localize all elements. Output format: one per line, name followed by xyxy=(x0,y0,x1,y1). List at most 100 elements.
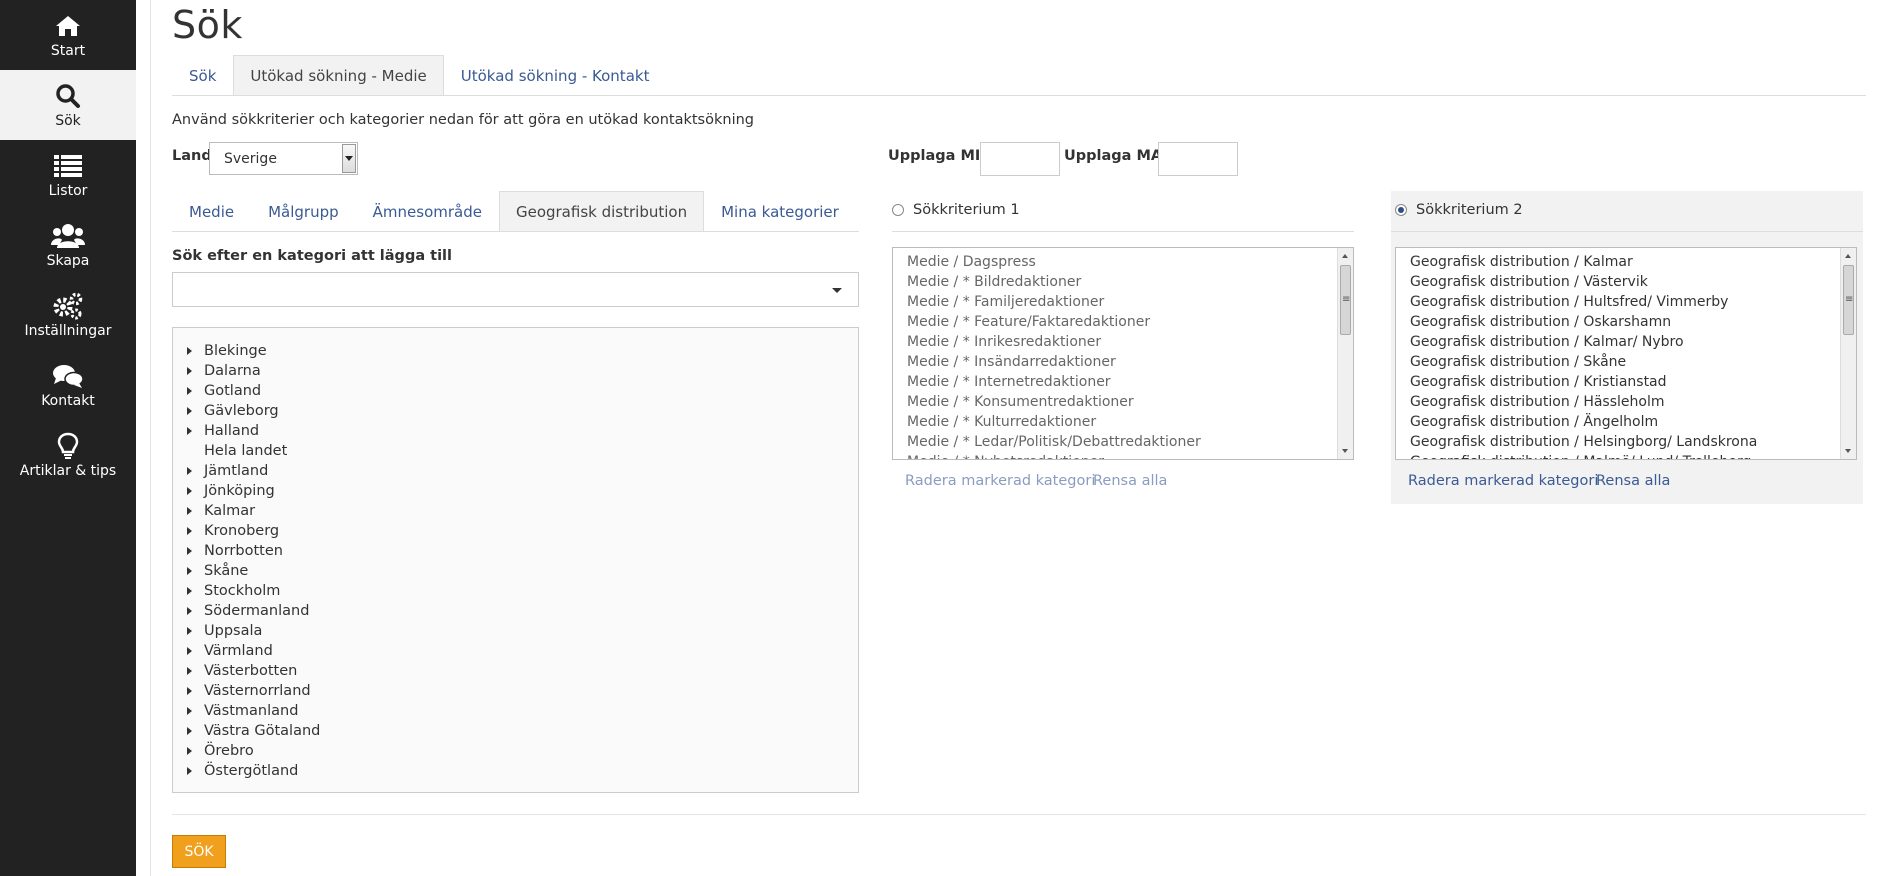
sidebar-item-start[interactable]: Start xyxy=(0,0,136,70)
tab-sok[interactable]: Sök xyxy=(172,55,233,95)
criterion-2-delete-link[interactable]: Radera markerad kategori xyxy=(1408,473,1598,489)
tree-item[interactable]: Gotland xyxy=(173,381,858,401)
sidebar-item-sok[interactable]: Sök xyxy=(0,70,136,140)
list-item[interactable]: Geografisk distribution / Oskarshamn xyxy=(1396,312,1856,332)
tree-item[interactable]: Skåne xyxy=(173,561,858,581)
criterion-1-list[interactable]: Medie / Dagspress Medie / * Bildredaktion… xyxy=(892,247,1354,460)
list-item[interactable]: Geografisk distribution / Kristianstad xyxy=(1396,372,1856,392)
expand-arrow-icon[interactable] xyxy=(187,467,192,475)
tab-geografisk-distribution[interactable]: Geografisk distribution xyxy=(498,191,705,231)
criterion-1-radio[interactable] xyxy=(892,204,904,216)
list-item[interactable]: Medie / * Kulturredaktioner xyxy=(893,412,1353,432)
sidebar-item-skapa[interactable]: Skapa xyxy=(0,210,136,280)
list-item[interactable]: Medie / * Familjeredaktioner xyxy=(893,292,1353,312)
expand-arrow-icon[interactable] xyxy=(187,367,192,375)
scroll-up-icon[interactable] xyxy=(1845,254,1851,258)
list-item[interactable]: Medie / * Ledar/Politisk/Debattredaktion… xyxy=(893,432,1353,452)
list-item[interactable]: Geografisk distribution / Skåne xyxy=(1396,352,1856,372)
country-select[interactable]: Sverige xyxy=(209,142,358,175)
tree-item[interactable]: Stockholm xyxy=(173,581,858,601)
list-item[interactable]: Geografisk distribution / Hässleholm xyxy=(1396,392,1856,412)
list-item[interactable]: Geografisk distribution / Malmö/ Lund/ T… xyxy=(1396,452,1856,459)
chevron-down-icon[interactable] xyxy=(832,288,842,293)
circulation-max-input[interactable] xyxy=(1158,142,1238,176)
expand-arrow-icon[interactable] xyxy=(187,647,192,655)
tree-item[interactable]: Örebro xyxy=(173,741,858,761)
criterion-2-header[interactable]: Sökkriterium 2 xyxy=(1395,202,1523,218)
sidebar-item-kontakt[interactable]: Kontakt xyxy=(0,350,136,420)
expand-arrow-icon[interactable] xyxy=(187,387,192,395)
expand-arrow-icon[interactable] xyxy=(187,627,192,635)
tab-medie[interactable]: Medie xyxy=(172,191,251,231)
tree-item[interactable]: Västmanland xyxy=(173,701,858,721)
list-item[interactable]: Medie / Dagspress xyxy=(893,252,1353,272)
criterion-2-list[interactable]: Geografisk distribution / Kalmar Geografi… xyxy=(1395,247,1857,460)
expand-arrow-icon[interactable] xyxy=(187,767,192,775)
list-item[interactable]: Medie / * Internetredaktioner xyxy=(893,372,1353,392)
criterion-2-clear-link[interactable]: Rensa alla xyxy=(1596,473,1670,489)
expand-arrow-icon[interactable] xyxy=(187,727,192,735)
tree-item[interactable]: Gävleborg xyxy=(173,401,858,421)
tree-item[interactable]: Blekinge xyxy=(173,341,858,361)
expand-arrow-icon[interactable] xyxy=(187,507,192,515)
tree-item[interactable]: Västra Götaland xyxy=(173,721,858,741)
tree-item[interactable]: Kalmar xyxy=(173,501,858,521)
criterion-1-header[interactable]: Sökkriterium 1 xyxy=(892,202,1020,218)
tree-item[interactable]: Hela landet xyxy=(173,441,858,461)
sidebar-item-artiklar[interactable]: Artiklar & tips xyxy=(0,420,136,490)
tab-amnesomrade[interactable]: Ämnesområde xyxy=(356,191,499,231)
expand-arrow-icon[interactable] xyxy=(187,587,192,595)
expand-arrow-icon[interactable] xyxy=(187,527,192,535)
scroll-up-icon[interactable] xyxy=(1342,254,1348,258)
expand-arrow-icon[interactable] xyxy=(187,607,192,615)
search-submit-button[interactable]: SÖK xyxy=(172,835,226,868)
tree-item[interactable]: Norrbotten xyxy=(173,541,858,561)
tree-item[interactable]: Jönköping xyxy=(173,481,858,501)
list-item[interactable]: Geografisk distribution / Kalmar/ Nybro xyxy=(1396,332,1856,352)
tree-item[interactable]: Dalarna xyxy=(173,361,858,381)
list-item[interactable]: Medie / * Bildredaktioner xyxy=(893,272,1353,292)
expand-arrow-icon[interactable] xyxy=(187,487,192,495)
list-item[interactable]: Medie / * Feature/Faktaredaktioner xyxy=(893,312,1353,332)
expand-arrow-icon[interactable] xyxy=(187,747,192,755)
tree-item[interactable]: Västernorrland xyxy=(173,681,858,701)
list-item[interactable]: Medie / * Nyhetsredaktioner xyxy=(893,452,1353,459)
tree-item[interactable]: Halland xyxy=(173,421,858,441)
criterion-2-radio[interactable] xyxy=(1395,204,1407,216)
criterion-1-delete-link[interactable]: Radera markerad kategori xyxy=(905,473,1095,489)
expand-arrow-icon[interactable] xyxy=(187,407,192,415)
tab-mina-kategorier[interactable]: Mina kategorier xyxy=(704,191,856,231)
tab-utokad-kontakt[interactable]: Utökad sökning - Kontakt xyxy=(444,55,667,95)
expand-arrow-icon[interactable] xyxy=(187,667,192,675)
scroll-down-icon[interactable] xyxy=(1342,449,1348,453)
country-dropdown-button[interactable] xyxy=(342,144,356,173)
tree-item[interactable]: Västerbotten xyxy=(173,661,858,681)
list-item[interactable]: Geografisk distribution / Hultsfred/ Vim… xyxy=(1396,292,1856,312)
scroll-down-icon[interactable] xyxy=(1845,449,1851,453)
tree-item[interactable]: Kronoberg xyxy=(173,521,858,541)
expand-arrow-icon[interactable] xyxy=(187,567,192,575)
expand-arrow-icon[interactable] xyxy=(187,547,192,555)
tree-item[interactable]: Östergötland xyxy=(173,761,858,781)
scrollbar-thumb[interactable] xyxy=(1843,265,1854,335)
tree-item[interactable]: Jämtland xyxy=(173,461,858,481)
list-item[interactable]: Medie / * Insändarredaktioner xyxy=(893,352,1353,372)
list-item[interactable]: Medie / * Inrikesredaktioner xyxy=(893,332,1353,352)
tab-malgrupp[interactable]: Målgrupp xyxy=(251,191,356,231)
sidebar-item-listor[interactable]: Listor xyxy=(0,140,136,210)
scrollbar[interactable] xyxy=(1840,248,1856,459)
expand-arrow-icon[interactable] xyxy=(187,427,192,435)
tree-item[interactable]: Värmland xyxy=(173,641,858,661)
list-item[interactable]: Medie / * Konsumentredaktioner xyxy=(893,392,1353,412)
sidebar-item-installningar[interactable]: Inställningar xyxy=(0,280,136,350)
tab-utokad-medie[interactable]: Utökad sökning - Medie xyxy=(233,55,444,95)
category-search-input[interactable] xyxy=(172,272,859,307)
scrollbar[interactable] xyxy=(1337,248,1353,459)
list-item[interactable]: Geografisk distribution / Kalmar xyxy=(1396,252,1856,272)
list-item[interactable]: Geografisk distribution / Helsingborg/ L… xyxy=(1396,432,1856,452)
list-item[interactable]: Geografisk distribution / Ängelholm xyxy=(1396,412,1856,432)
expand-arrow-icon[interactable] xyxy=(187,347,192,355)
scrollbar-thumb[interactable] xyxy=(1340,265,1351,335)
circulation-min-input[interactable] xyxy=(980,142,1060,176)
criterion-1-clear-link[interactable]: Rensa alla xyxy=(1093,473,1167,489)
